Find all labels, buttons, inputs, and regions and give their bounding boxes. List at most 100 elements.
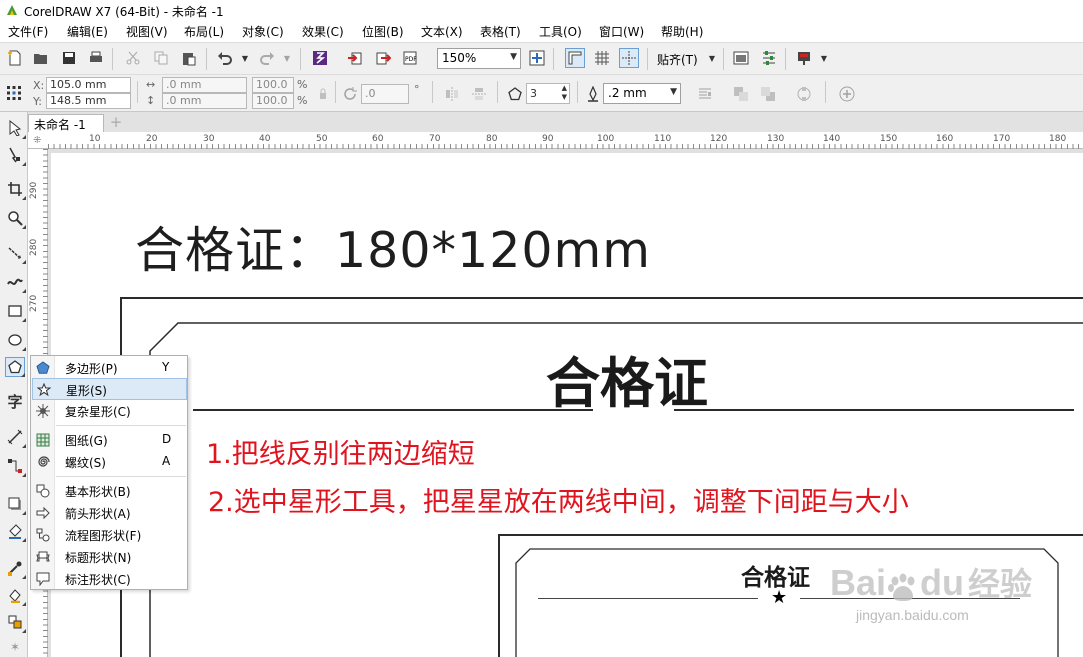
flyout-item-complex-star[interactable]: 复杂星形(C) [32,400,187,422]
undo-dropdown-icon[interactable]: ▼ [236,49,254,67]
ruler-h-tick: 60 [372,134,384,144]
text-tool-icon[interactable]: 字 [5,391,25,411]
polygon-icon [35,360,51,376]
ellipse-tool-icon[interactable] [5,330,26,351]
menu-text[interactable]: 文本(X) [421,23,463,40]
cut-icon[interactable] [124,49,142,67]
mirror-vertical-icon[interactable] [470,85,488,103]
save-icon[interactable] [60,49,78,67]
menu-effects[interactable]: 效果(C) [302,23,344,40]
shape-tool-icon[interactable] [5,145,26,166]
guidelines-toggle-icon[interactable] [619,48,639,68]
flyout-item-basic-shapes[interactable]: 基本形状(B) [32,480,187,502]
zoom-to-page-icon[interactable] [528,49,546,67]
menu-bitmaps[interactable]: 位图(B) [362,23,404,40]
text-wrap-icon[interactable] [696,85,714,103]
paste-icon[interactable] [180,49,198,67]
connector-tool-icon[interactable] [5,456,26,477]
canvas-heading-text[interactable]: 合格证：180*120mm [135,211,651,282]
flyout-item-spiral[interactable]: 螺纹(S) A [32,451,187,473]
polygon-tool-icon[interactable] [5,357,25,377]
lock-ratio-icon[interactable] [314,85,332,103]
more-tools-icon[interactable]: ✶ [5,640,25,654]
flyout-item-callout-shapes[interactable]: 标注形状(C) [32,568,187,590]
zoom-level-select[interactable]: 150% ▼ [437,48,521,69]
menu-table[interactable]: 表格(T) [480,23,521,40]
welcome-screen-icon[interactable] [732,49,750,67]
print-icon[interactable] [87,49,105,67]
menu-object[interactable]: 对象(C) [242,23,284,40]
menu-edit[interactable]: 编辑(E) [67,23,108,40]
menu-layout[interactable]: 布局(L) [184,23,224,40]
height-field[interactable]: .0 mm [162,93,247,109]
eyedropper-icon[interactable] [5,558,26,579]
outline-width-select[interactable]: .2 mm ▼ [603,83,681,104]
redo-icon[interactable] [258,49,276,67]
artistic-media-icon[interactable] [5,272,26,293]
parallel-dimension-icon[interactable] [5,427,26,448]
crop-tool-icon[interactable] [5,179,26,200]
scale-y-field[interactable]: 100.0 [252,93,294,109]
copy-icon[interactable] [152,49,170,67]
snap-to-menu[interactable]: 贴齐(T) [657,51,698,68]
x-position-field[interactable]: 105.0 mm [46,77,131,93]
horizontal-ruler[interactable]: ⁜ 10 20 30 40 50 60 70 80 90 100 110 120… [28,132,1083,149]
certificate-title[interactable]: 合格证 [546,339,708,418]
convert-to-curves-icon[interactable] [795,85,813,103]
rotation-angle-field[interactable]: .0 [361,84,409,104]
width-field[interactable]: .0 mm [162,77,247,93]
new-document-icon[interactable] [6,49,24,67]
undo-icon[interactable] [216,49,234,67]
title-line-right[interactable] [674,409,1074,411]
ruler-origin-icon[interactable]: ⁜ [33,135,45,147]
menu-tools[interactable]: 工具(O) [539,23,582,40]
add-tab-icon[interactable]: + [108,114,124,130]
freehand-tool-icon[interactable] [5,243,26,264]
pick-tool-icon[interactable] [5,118,26,139]
object-origin-icon[interactable] [5,84,23,102]
options-icon[interactable] [760,49,778,67]
rulers-toggle-icon[interactable] [565,48,585,68]
import-icon[interactable] [346,49,364,67]
flyout-item-flowchart-shapes[interactable]: 流程图形状(F) [32,524,187,546]
zoom-tool-icon[interactable] [5,208,26,229]
scale-x-field[interactable]: 100.0 [252,77,294,93]
flyout-item-banner-shapes[interactable]: 标题形状(N) [32,546,187,568]
transparency-icon[interactable] [5,521,26,542]
menu-help[interactable]: 帮助(H) [661,23,703,40]
flyout-item-graph-paper[interactable]: 图纸(G) D [32,429,187,451]
title-line-left[interactable] [193,409,593,411]
rectangle-tool-icon[interactable] [5,301,26,322]
open-folder-icon[interactable] [32,49,50,67]
snap-dropdown-icon[interactable]: ▼ [703,49,721,67]
mirror-horizontal-icon[interactable] [443,85,461,103]
flyout-item-arrow-shapes[interactable]: 箭头形状(A) [32,502,187,524]
smart-fill-icon[interactable] [5,612,26,633]
drop-shadow-icon[interactable] [5,494,26,515]
corel-connect-icon[interactable] [311,49,329,67]
menu-window[interactable]: 窗口(W) [599,23,644,40]
menu-file[interactable]: 文件(F) [8,23,48,40]
drawing-canvas[interactable]: 合格证：180*120mm 合格证 1.把线反别往两边缩短 2.选中星形工具，把… [48,149,1083,657]
export-icon[interactable] [374,49,392,67]
flyout-label: 流程图形状(F) [65,529,142,543]
document-tab[interactable]: 未命名 -1 [28,114,104,132]
to-front-icon[interactable] [732,85,750,103]
application-launcher-icon[interactable] [795,49,813,67]
flyout-item-polygon[interactable]: 多边形(P) Y [32,357,187,379]
points-count-field[interactable]: 3 ▲ ▼ [526,83,570,104]
star-icon [36,382,52,398]
menu-view[interactable]: 视图(V) [126,23,168,40]
redo-dropdown-icon[interactable]: ▼ [278,49,296,67]
spinner-arrows-icon[interactable]: ▲ ▼ [562,84,567,102]
ruler-v-tick: 290 [29,181,39,199]
grid-toggle-icon[interactable] [593,49,611,67]
flyout-item-star[interactable]: 星形(S) [32,378,187,400]
publish-pdf-icon[interactable]: PDF [401,49,419,67]
launcher-dropdown-icon[interactable]: ▼ [815,49,833,67]
add-preset-icon[interactable] [838,85,856,103]
ruler-h-tick: 140 [823,134,841,144]
y-position-field[interactable]: 148.5 mm [46,93,131,109]
interactive-fill-icon[interactable] [5,585,26,606]
to-back-icon[interactable] [759,85,777,103]
